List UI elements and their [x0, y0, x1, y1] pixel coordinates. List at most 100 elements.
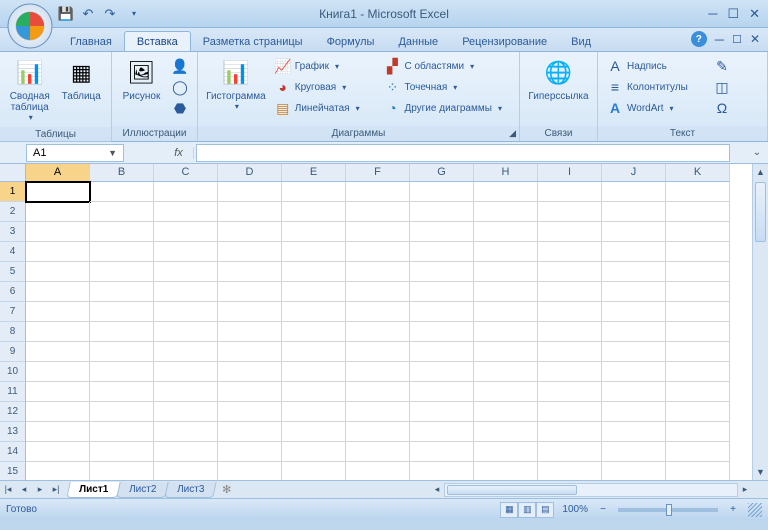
- row-header[interactable]: 3: [0, 222, 26, 242]
- cell[interactable]: [154, 242, 218, 262]
- shapes-button[interactable]: ◯: [169, 78, 191, 96]
- cell[interactable]: [90, 442, 154, 462]
- cell[interactable]: [26, 202, 90, 222]
- cell[interactable]: [282, 222, 346, 242]
- cell[interactable]: [410, 402, 474, 422]
- tab-insert[interactable]: Вставка: [124, 31, 191, 51]
- cell[interactable]: [154, 422, 218, 442]
- cell[interactable]: [538, 202, 602, 222]
- textbox-button[interactable]: AНадпись: [604, 57, 708, 75]
- office-button[interactable]: [6, 2, 54, 50]
- close-button[interactable]: ✕: [749, 6, 760, 22]
- cell[interactable]: [26, 342, 90, 362]
- cell[interactable]: [410, 222, 474, 242]
- cell[interactable]: [218, 302, 282, 322]
- workbook-restore-button[interactable]: ☐: [732, 33, 742, 46]
- cell[interactable]: [218, 442, 282, 462]
- cell[interactable]: [666, 362, 730, 382]
- cell[interactable]: [538, 442, 602, 462]
- cell[interactable]: [666, 442, 730, 462]
- cell[interactable]: [90, 462, 154, 482]
- row-header[interactable]: 13: [0, 422, 26, 442]
- redo-icon[interactable]: ↷: [102, 6, 118, 22]
- cell[interactable]: [90, 362, 154, 382]
- cell[interactable]: [282, 402, 346, 422]
- minimize-button[interactable]: ─: [708, 6, 717, 22]
- zoom-slider[interactable]: [618, 508, 718, 512]
- cell[interactable]: [218, 182, 282, 202]
- cell[interactable]: [282, 262, 346, 282]
- sheet-nav-first[interactable]: |◂: [0, 484, 16, 495]
- cell[interactable]: [474, 442, 538, 462]
- cell[interactable]: [410, 362, 474, 382]
- column-header[interactable]: C: [154, 164, 218, 182]
- cell[interactable]: [538, 362, 602, 382]
- column-header[interactable]: G: [410, 164, 474, 182]
- row-header[interactable]: 2: [0, 202, 26, 222]
- cell[interactable]: [218, 322, 282, 342]
- cell[interactable]: [602, 342, 666, 362]
- column-header[interactable]: A: [26, 164, 90, 182]
- cell[interactable]: [410, 382, 474, 402]
- cell[interactable]: [602, 422, 666, 442]
- column-header[interactable]: H: [474, 164, 538, 182]
- cell[interactable]: [346, 342, 410, 362]
- cell[interactable]: [346, 302, 410, 322]
- cell[interactable]: [666, 222, 730, 242]
- tab-formulas[interactable]: Формулы: [315, 32, 387, 51]
- area-chart-button[interactable]: ▞С областями▾: [381, 57, 513, 75]
- cell[interactable]: [474, 462, 538, 482]
- cell[interactable]: [346, 462, 410, 482]
- cell[interactable]: [346, 182, 410, 202]
- cell[interactable]: [346, 362, 410, 382]
- cell[interactable]: [538, 242, 602, 262]
- cell[interactable]: [474, 382, 538, 402]
- cell[interactable]: [90, 282, 154, 302]
- cell[interactable]: [474, 222, 538, 242]
- cell[interactable]: [666, 202, 730, 222]
- sheet-nav-last[interactable]: ▸|: [48, 484, 64, 495]
- cell[interactable]: [282, 362, 346, 382]
- cell[interactable]: [602, 382, 666, 402]
- view-page-break-button[interactable]: ▤: [536, 502, 554, 518]
- cell[interactable]: [474, 322, 538, 342]
- scroll-up-icon[interactable]: ▲: [753, 164, 768, 180]
- pivot-table-button[interactable]: 📊 Сводная таблица ▾: [4, 55, 56, 124]
- horizontal-scrollbar[interactable]: ◂ ▸: [430, 482, 752, 497]
- row-header[interactable]: 5: [0, 262, 26, 282]
- cell[interactable]: [602, 222, 666, 242]
- name-box-dropdown-icon[interactable]: ▼: [108, 148, 117, 158]
- cell[interactable]: [218, 262, 282, 282]
- cell[interactable]: [218, 462, 282, 482]
- cell[interactable]: [154, 382, 218, 402]
- hscroll-thumb[interactable]: [447, 485, 577, 495]
- cell[interactable]: [538, 342, 602, 362]
- cell[interactable]: [474, 282, 538, 302]
- sheet-tab[interactable]: Лист1: [66, 482, 121, 498]
- cell[interactable]: [410, 342, 474, 362]
- sheet-tab[interactable]: Лист3: [165, 482, 218, 498]
- cell[interactable]: [26, 182, 90, 202]
- cell[interactable]: [666, 402, 730, 422]
- vertical-scrollbar[interactable]: ▲ ▼: [752, 164, 768, 480]
- cell[interactable]: [538, 222, 602, 242]
- cell[interactable]: [410, 262, 474, 282]
- cell[interactable]: [602, 202, 666, 222]
- cell[interactable]: [90, 222, 154, 242]
- cell[interactable]: [90, 342, 154, 362]
- cell[interactable]: [346, 242, 410, 262]
- cell[interactable]: [602, 442, 666, 462]
- cell[interactable]: [346, 422, 410, 442]
- cell[interactable]: [90, 382, 154, 402]
- cell[interactable]: [410, 202, 474, 222]
- cell[interactable]: [602, 362, 666, 382]
- tab-data[interactable]: Данные: [386, 32, 450, 51]
- row-header[interactable]: 12: [0, 402, 26, 422]
- bar-chart-button[interactable]: ▤Линейчатая▾: [272, 99, 378, 117]
- cell[interactable]: [410, 282, 474, 302]
- formula-expand-icon[interactable]: ⌄: [750, 147, 764, 158]
- cell[interactable]: [90, 422, 154, 442]
- zoom-out-button[interactable]: −: [596, 504, 610, 515]
- ribbon-minimize-button[interactable]: ─: [715, 32, 724, 47]
- view-page-layout-button[interactable]: ▥: [518, 502, 536, 518]
